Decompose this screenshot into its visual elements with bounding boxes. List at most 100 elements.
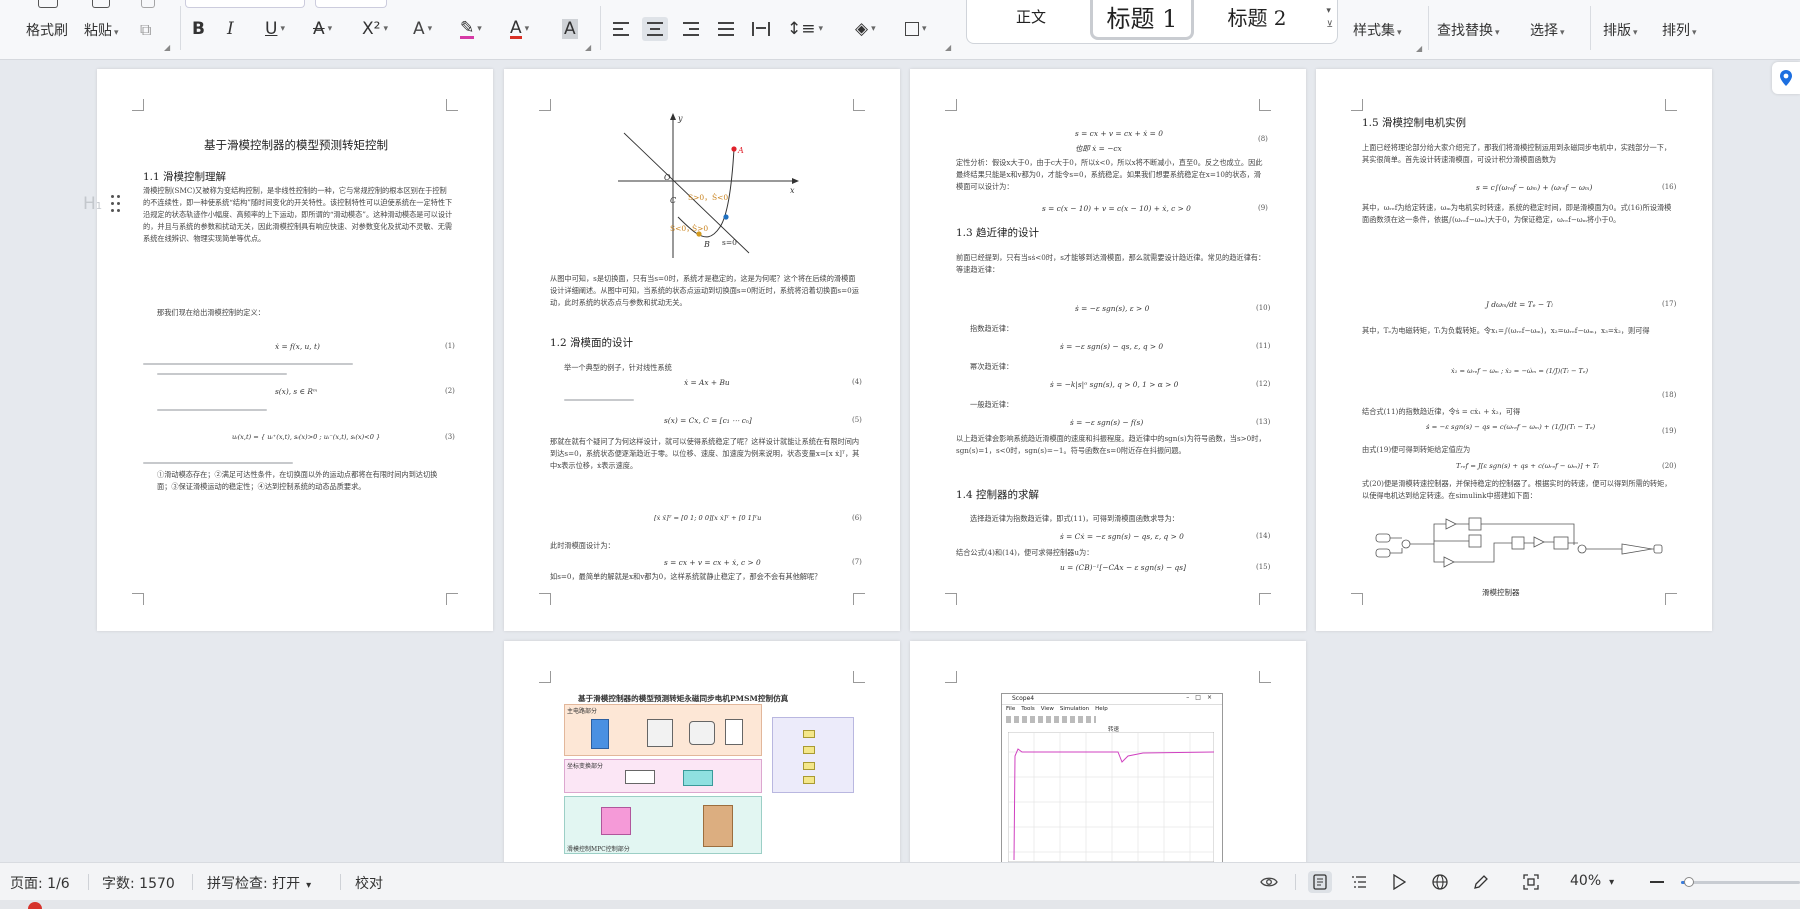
app-icon[interactable] <box>28 902 42 909</box>
select-button[interactable]: 选择 ▾ <box>1530 20 1565 40</box>
paragraph[interactable]: 那我们现在给出滑模控制的定义： <box>157 307 437 319</box>
equation[interactable]: u = (CB)⁻¹[−CAx − ε sgn(s) − qs] <box>1060 563 1186 572</box>
paragraph[interactable]: 上面已经将理论部分给大家介绍完了，那我们将滑模控制运用到永磁同步电机中，实践部分… <box>1362 142 1672 178</box>
equation[interactable]: Tᵣₑf = J[ε sgn(s) + qs + c(ωᵣₑf − ωₘ)] +… <box>1456 462 1599 470</box>
page-5[interactable]: 基于滑模控制器的模型预测转矩永磁同步电机PMSM控制仿真 主电路部分 坐标变换部… <box>504 641 900 862</box>
paragraph[interactable]: 结合公式(4)和(14)，便可求得控制器u为： <box>956 547 1246 559</box>
menu-file[interactable]: File <box>1006 706 1015 715</box>
paragraph[interactable]: ①滑动模态存在；②满足可达性条件，在切换面以外的运动点都将在有限时间内到达切换面… <box>157 469 447 541</box>
paragraph[interactable]: 选择趋近律为指数趋近律，即式(11)，可得到滑模面函数求导为： <box>970 513 1260 525</box>
font-name-combo[interactable] <box>185 0 305 8</box>
shading-button[interactable]: ◈ ▾ <box>855 17 876 41</box>
equation[interactable]: ẋ = Ax + Bu <box>684 378 730 387</box>
equation[interactable]: [ẋ ẍ]ᵀ = [0 1; 0 0][x ẋ]ᵀ + [0 1]ᵀu <box>654 514 761 522</box>
dialog-launcher-icon[interactable]: ◢ <box>585 43 591 52</box>
page-indicator[interactable]: 页面: 1/6 <box>10 873 70 893</box>
underline-button[interactable]: U ▾ <box>265 17 285 41</box>
equation[interactable]: s = c∫(ωᵣₑf − ωₘ) + (ωᵣₑf − ωₘ) <box>1476 183 1592 192</box>
italic-button[interactable]: I <box>227 17 234 41</box>
align-right-icon[interactable] <box>683 22 699 36</box>
dialog-launcher-icon[interactable]: ◢ <box>1416 44 1422 53</box>
speed-plot[interactable] <box>1008 732 1214 862</box>
paragraph[interactable]: 由式(19)便可得到转矩给定值应为 <box>1362 444 1662 456</box>
paragraph[interactable]: 一般趋近律： <box>970 399 1090 411</box>
outline-view-icon[interactable] <box>1347 871 1371 893</box>
paragraph[interactable]: 此时滑模面设计为： <box>550 540 830 552</box>
play-icon[interactable] <box>1387 871 1411 893</box>
zoom-slider-thumb[interactable] <box>1684 877 1694 887</box>
copy-format-icon[interactable]: ⧉ <box>140 20 151 40</box>
equation[interactable]: s = cx + v = cx + ẋ = 0 <box>1075 129 1163 138</box>
page-6[interactable]: Scope4 –□× File Tools View Simulation He… <box>910 641 1306 862</box>
format-painter-button[interactable]: 格式刷 <box>26 20 68 40</box>
page-4[interactable]: 1.5 滑模控制电机实例 上面已经将理论部分给大家介绍完了，那我们将滑模控制运用… <box>1316 69 1712 631</box>
arrange-button[interactable]: 排列 ▾ <box>1662 20 1697 40</box>
paragraph[interactable]: 以上趋近律会影响系统趋近滑模面的速度和抖振程度。趋近律中的sgn(s)为符号函数… <box>956 433 1266 469</box>
char-shading-button[interactable]: A <box>562 17 578 41</box>
paragraph[interactable]: 如s=0，最简单的解就是x和v都为0，这样系统就静止稳定了，那会不会有其他解呢？ <box>550 571 860 595</box>
mpc-control-panel[interactable]: 滑模控制MPC控制部分 <box>564 796 762 854</box>
menu-view[interactable]: View <box>1041 706 1054 715</box>
paragraph[interactable]: 举一个典型的例子，针对线性系统 <box>564 362 844 374</box>
equation[interactable]: 也即 ẋ = −cx <box>1075 143 1122 154</box>
equation[interactable]: ṡ = −ε sgn(s) − qs = c(ωᵣₑf − ωₘ) + (1/J… <box>1426 423 1595 431</box>
section-heading[interactable]: 1.2 滑模面的设计 <box>550 335 633 350</box>
paragraph[interactable]: 前面已经提到，只有当sṡ<0时，s才能够到达滑模面，那么就需要设计趋近律。常见的… <box>956 252 1266 288</box>
location-pin-icon[interactable] <box>1772 62 1800 94</box>
pen-icon[interactable] <box>1469 871 1493 893</box>
drag-handle-icon[interactable] <box>111 195 121 213</box>
borders-button[interactable]: ▾ <box>905 17 927 41</box>
find-replace-button[interactable]: 查找替换 ▾ <box>1437 20 1500 40</box>
paragraph[interactable]: 指数趋近律： <box>970 323 1090 335</box>
paragraph[interactable]: 从图中可知，s是切换面，只有当s=0时，系统才是稳定的，这是为何呢？这个将在后续… <box>550 273 860 321</box>
window-controls-icon[interactable]: –□× <box>1186 694 1218 701</box>
page-view-icon[interactable] <box>1308 871 1332 893</box>
equation[interactable]: ẋ = f(x, u, t) <box>275 342 320 351</box>
proofread-button[interactable]: 校对 <box>355 873 383 893</box>
style-set-button[interactable]: 样式集 ▾ <box>1353 20 1402 40</box>
sliding-mode-block-diagram[interactable] <box>1374 509 1664 579</box>
equation[interactable]: ṡ = −ε sgn(s) − f(s) <box>1070 418 1143 427</box>
figure-caption[interactable]: 滑模控制器 <box>1482 587 1520 598</box>
eye-icon[interactable] <box>1257 871 1281 893</box>
zoom-out-icon[interactable] <box>1645 871 1669 893</box>
strikethrough-button[interactable]: A ▾ <box>313 17 332 41</box>
equation[interactable]: s(x) = Cx, C = [c₁ ⋯ cₙ] <box>664 416 752 425</box>
dialog-launcher-icon[interactable]: ◢ <box>945 43 951 52</box>
scope-window[interactable]: Scope4 –□× File Tools View Simulation He… <box>1001 693 1223 862</box>
page-2[interactable]: y x O A B C S>0， Ṡ<0 S<0， Ṡ>0 s=0 从图中可知，… <box>504 69 900 631</box>
paragraph[interactable]: 幂次趋近律： <box>970 361 1090 373</box>
font-color-button[interactable]: A ▾ <box>510 17 529 41</box>
equation[interactable]: s(x), s ∈ Rᵐ <box>275 387 318 396</box>
section-heading[interactable]: 1.1 滑模控制理解 <box>143 169 226 184</box>
fit-page-icon[interactable] <box>1519 871 1543 893</box>
scope-panel[interactable] <box>772 717 854 793</box>
paragraph[interactable]: 定性分析：假设x大于0，由于c大于0，所以ẋ<0，所以x将不断减小，直至0。反之… <box>956 157 1266 193</box>
distribute-icon[interactable] <box>752 22 770 36</box>
equation[interactable]: uᵢ(x,t) = { uᵢ⁺(x,t), sᵢ(x)>0 ; uᵢ⁻(x,t)… <box>232 433 380 441</box>
paragraph[interactable]: 其中，Tₑ为电磁转矩，Tₗ为负载转矩。令x₁=∫(ωᵣₑf−ωₘ)，x₂=ωᵣₑ… <box>1362 325 1672 349</box>
scope-toolbar[interactable] <box>1006 716 1096 723</box>
document-title[interactable]: 基于滑模控制器的模型预测转矩控制 <box>204 137 388 153</box>
font-size-combo[interactable] <box>315 0 387 8</box>
equation[interactable]: ṡ = −ε sgn(s), ε > 0 <box>1075 304 1149 313</box>
layout-button[interactable]: 排版 ▾ <box>1603 20 1638 40</box>
equation[interactable]: s = cx + v = cx + ẋ, c > 0 <box>664 558 761 567</box>
gallery-scroll-icon[interactable]: ▾ ⊻ <box>1326 4 1333 32</box>
bold-button[interactable]: B <box>192 17 205 41</box>
scope-titlebar[interactable]: Scope4 –□× <box>1002 694 1222 705</box>
highlight-button[interactable]: ✎ ▾ <box>460 17 482 41</box>
style-heading1[interactable]: 标题 1 <box>1090 0 1194 40</box>
justify-icon[interactable] <box>718 22 734 36</box>
text-effect-button[interactable]: A ▾ <box>413 17 432 41</box>
page-3[interactable]: s = cx + v = cx + ẋ = 0 也即 ẋ = −cx (8) 定… <box>910 69 1306 631</box>
align-center-icon[interactable] <box>642 17 668 41</box>
zoom-level[interactable]: 40% ▾ <box>1570 873 1614 889</box>
paragraph[interactable]: 其中，ωᵣₑf为给定转速，ωₘ为电机实时转速，系统的稳定时间，即是滑模面为0。式… <box>1362 202 1672 274</box>
paragraph[interactable]: 滑模控制(SMC)又被称为变结构控制，是非线性控制的一种，它与常规控制的根本区别… <box>143 185 453 281</box>
transform-panel[interactable]: 坐标变换部分 <box>564 759 762 793</box>
section-heading[interactable]: 1.5 滑模控制电机实例 <box>1362 115 1466 130</box>
section-heading[interactable]: 1.4 控制器的求解 <box>956 487 1039 502</box>
equation[interactable]: ṡ = Cẋ = −ε sgn(s) − qs, ε, q > 0 <box>1060 532 1184 541</box>
paragraph[interactable]: 结合式(11)的指数趋近律，令ṡ = cẋ₁ + ẋ₂，可得 <box>1362 406 1672 418</box>
